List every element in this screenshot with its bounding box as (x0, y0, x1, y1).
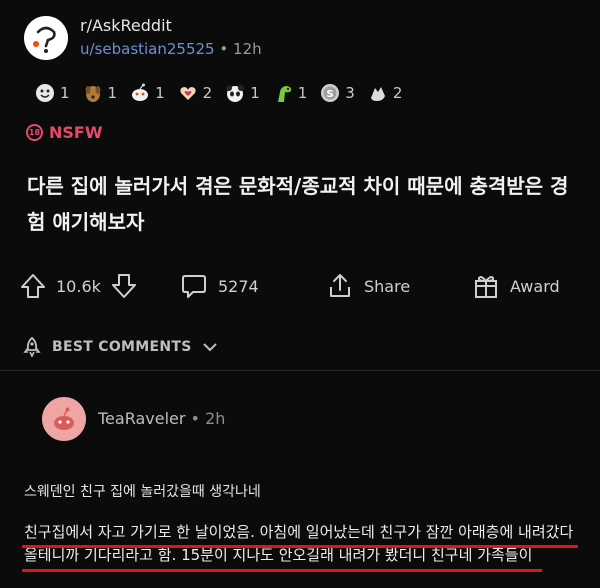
comment-time: 2h (205, 409, 226, 428)
nsfw-18-icon: 18 (26, 124, 43, 141)
rocket-icon (23, 336, 41, 358)
comment-bubble-icon (182, 275, 206, 298)
share-label: Share (364, 276, 411, 296)
award-label: Award (510, 276, 560, 296)
post-meta: u/sebastian25525 • 12h (80, 40, 262, 58)
hand-award-icon (370, 87, 385, 101)
award-item[interactable]: 1 (224, 82, 260, 104)
nsfw-flair: 18 NSFW (26, 123, 103, 142)
heart-hands-award-icon (180, 87, 196, 100)
award-count: 1 (250, 84, 260, 102)
nsfw-label: NSFW (49, 123, 103, 142)
subreddit-icon[interactable] (24, 16, 68, 60)
award-count: 2 (392, 84, 403, 102)
wholesome-award-icon (36, 84, 54, 102)
share-icon (330, 274, 350, 297)
gift-icon (475, 276, 497, 298)
award-item[interactable]: 1 (272, 82, 308, 104)
comment-author[interactable]: TeaRaveler (98, 409, 185, 428)
comment-text-intro: 스웨덴인 친구 집에 놀러갔을때 생각나네 (24, 484, 261, 500)
comment-meta: TeaRaveler • 2h (98, 409, 225, 428)
award-count: 1 (60, 84, 70, 102)
section-divider (0, 370, 600, 371)
vote-group: 10.6k (20, 272, 137, 300)
avatar[interactable] (42, 397, 86, 441)
award-item[interactable]: 1 (82, 82, 118, 104)
dog-award-icon (85, 86, 101, 102)
comments-button[interactable]: 5274 (180, 272, 259, 300)
award-button[interactable]: Award (472, 272, 560, 300)
comment-sort-dropdown[interactable]: BEST COMMENTS (22, 336, 218, 358)
award-item[interactable]: 1 (129, 82, 165, 104)
award-item[interactable]: 2 (367, 82, 403, 104)
share-button[interactable]: Share (326, 272, 410, 300)
panda-award-icon (226, 85, 245, 102)
comment-line: 친구집에서 자고 가기로 한 날이었음. 아침에 일어났는데 친구가 잠깐 아래… (24, 523, 574, 541)
award-count: 1 (297, 84, 308, 102)
sort-label: BEST COMMENTS (52, 339, 192, 355)
award-count: 1 (155, 84, 165, 102)
dino-award-icon (277, 86, 291, 102)
comment-separator: • (190, 409, 200, 428)
chevron-down-icon (202, 343, 217, 352)
highlight-underline (22, 569, 542, 572)
award-count: 3 (345, 84, 355, 102)
post-title[interactable]: 다른 집에 놀러가서 겪은 문화적/종교적 차이 때문에 충격받은 경험 얘기해… (27, 168, 575, 240)
award-count: 2 (202, 84, 213, 102)
svg-text:S: S (327, 89, 334, 100)
comment-count: 5274 (218, 276, 259, 296)
upvote-icon[interactable] (20, 272, 46, 300)
post-time: 12h (233, 40, 262, 58)
silver-award-icon: S (321, 84, 340, 102)
award-item[interactable]: 1 (34, 82, 70, 104)
post-action-bar: 10.6k 5274 Share Award (20, 272, 580, 306)
post-author[interactable]: u/sebastian25525 (80, 40, 215, 58)
subreddit-name[interactable]: r/AskReddit (80, 16, 172, 35)
comment-body: 친구집에서 자고 가기로 한 날이었음. 아침에 일어났는데 친구가 잠깐 아래… (24, 521, 596, 567)
downvote-icon[interactable] (111, 272, 137, 300)
snoo-award-icon (132, 83, 149, 101)
award-item[interactable]: S 3 (319, 82, 355, 104)
highlight-underline (22, 545, 578, 548)
award-item[interactable]: 2 (177, 82, 213, 104)
meta-separator: • (219, 40, 229, 58)
awards-row[interactable]: 1 1 1 2 1 1 S 3 2 (34, 82, 414, 104)
vote-count: 10.6k (56, 276, 101, 296)
award-count: 1 (107, 84, 118, 102)
